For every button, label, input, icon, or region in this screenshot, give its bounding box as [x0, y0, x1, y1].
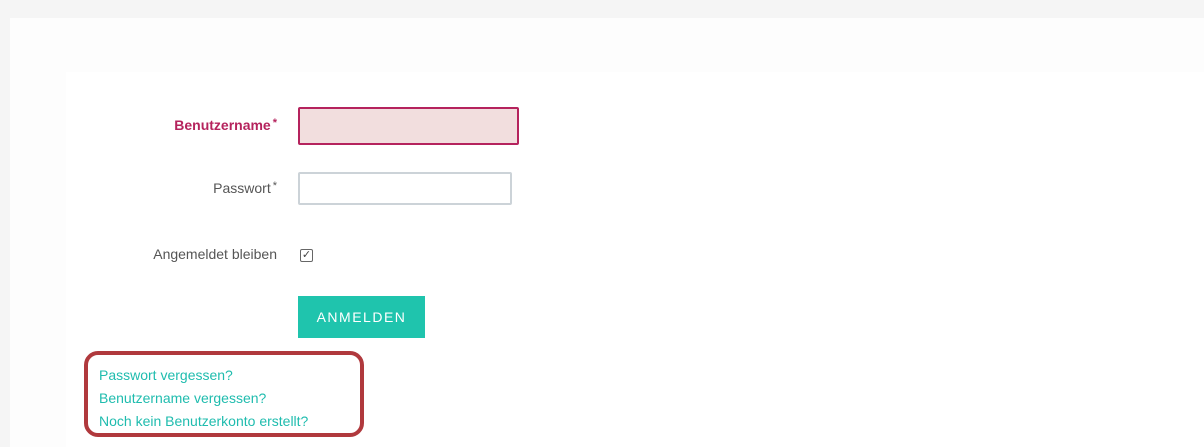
required-marker: * — [272, 180, 277, 192]
register-link[interactable]: Noch kein Benutzerkonto erstellt? — [99, 413, 308, 429]
username-label: Benutzername * — [174, 117, 277, 133]
username-label-text: Benutzername — [174, 117, 271, 133]
checkmark-icon: ✓ — [301, 249, 312, 261]
password-input[interactable] — [298, 172, 512, 205]
login-button[interactable]: ANMELDEN — [298, 296, 425, 338]
forgot-username-link[interactable]: Benutzername vergessen? — [99, 390, 266, 406]
forgot-password-link[interactable]: Passwort vergessen? — [99, 367, 233, 383]
remember-me-label: Angemeldet bleiben — [153, 246, 277, 262]
username-input[interactable] — [298, 107, 519, 145]
required-marker: * — [272, 117, 277, 129]
password-label-text: Passwort — [213, 180, 271, 196]
password-label: Passwort * — [213, 180, 277, 196]
remember-me-checkbox[interactable]: ✓ — [300, 249, 313, 262]
